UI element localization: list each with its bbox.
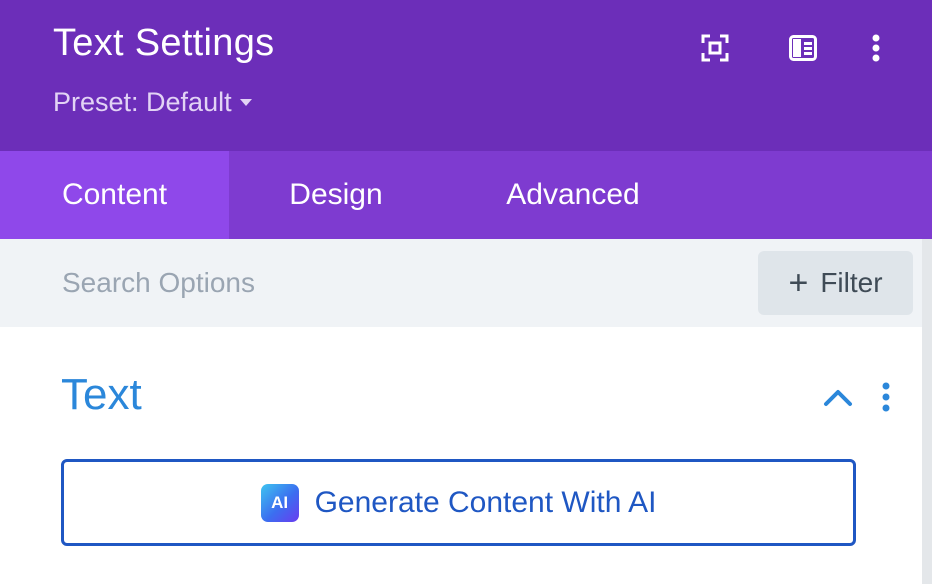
section-more-icon[interactable] (872, 378, 900, 416)
more-vertical-icon[interactable] (856, 28, 896, 68)
preset-dropdown[interactable]: Preset: Default (53, 85, 252, 119)
ai-icon: AI (260, 483, 299, 522)
preset-label: Preset: Default (53, 86, 232, 117)
filter-label: Filter (820, 267, 883, 298)
scrollbar[interactable] (922, 239, 932, 584)
generate-ai-button[interactable]: AI Generate Content With AI (61, 459, 856, 546)
panel-title: Text Settings (53, 22, 275, 64)
search-input[interactable] (40, 259, 720, 307)
tab-advanced[interactable]: Advanced (443, 151, 703, 239)
expand-icon[interactable] (695, 28, 735, 68)
chevron-up-icon[interactable] (818, 380, 858, 414)
caret-down-icon (239, 98, 252, 106)
plus-icon: + (788, 264, 809, 302)
filter-button[interactable]: + Filter (758, 251, 913, 315)
section-title[interactable]: Text (61, 370, 142, 420)
search-bar: + Filter (0, 239, 922, 327)
sidebar-layout-icon[interactable] (783, 28, 823, 68)
generate-ai-label: Generate Content With AI (314, 485, 657, 519)
tab-content[interactable]: Content (0, 151, 229, 239)
settings-header: Text Settings Preset: Default (0, 0, 932, 151)
tab-design[interactable]: Design (229, 151, 443, 239)
tab-bar: Content Design Advanced (0, 151, 932, 239)
